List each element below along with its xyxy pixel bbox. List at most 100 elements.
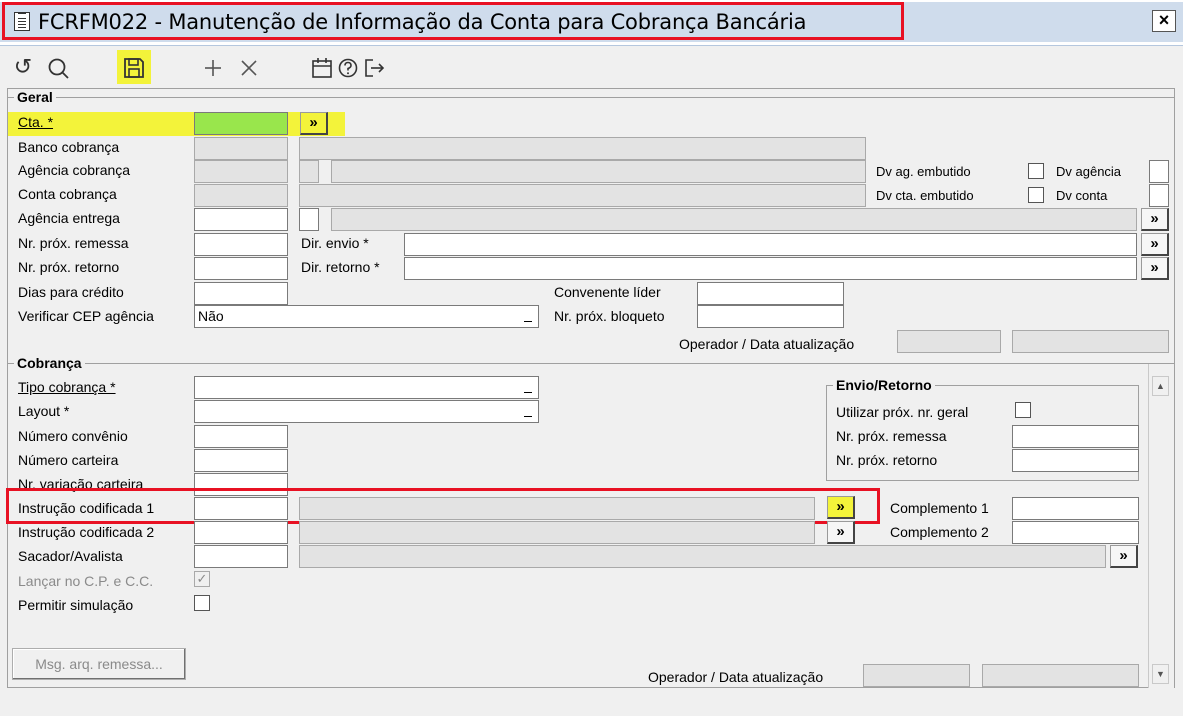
cobranca-operador-label: Operador / Data atualização — [648, 669, 824, 685]
agencia-entrega-code[interactable] — [194, 208, 288, 231]
dir-retorno-browse-button[interactable]: » — [1141, 257, 1169, 280]
dv-conta-label: Dv conta — [1056, 188, 1108, 203]
verificar-cep-label: Verificar CEP agência — [18, 308, 154, 324]
nr-prox-remessa-label: Nr. próx. remessa — [18, 235, 129, 251]
add-icon[interactable] — [200, 55, 226, 81]
dv-conta-input[interactable] — [1149, 184, 1169, 207]
utilizar-prox-nr-geral-checkbox[interactable] — [1015, 402, 1031, 418]
exit-icon[interactable] — [361, 55, 387, 81]
instrucao-codificada-2-code[interactable] — [194, 521, 288, 544]
chevron-down-icon[interactable] — [520, 403, 536, 420]
dir-envio-browse-button[interactable]: » — [1141, 233, 1169, 256]
agencia-cobranca-dv — [299, 160, 319, 183]
envio-nr-prox-retorno-label: Nr. próx. retorno — [836, 452, 938, 468]
cta-highlight-strip — [8, 112, 345, 136]
agencia-entrega-label: Agência entrega — [18, 210, 120, 226]
utilizar-prox-nr-geral-label: Utilizar próx. nr. geral — [836, 404, 969, 420]
geral-operador-field — [897, 330, 1001, 353]
verificar-cep-select[interactable]: Não — [194, 305, 539, 328]
complemento-2-label: Complemento 2 — [890, 524, 989, 540]
lancar-cp-cc-label: Lançar no C.P. e C.C. — [18, 573, 154, 589]
layout-label: Layout * — [18, 403, 70, 419]
title-annotation-box — [2, 2, 904, 40]
dias-credito-input[interactable] — [194, 282, 288, 305]
numero-carteira-input[interactable] — [194, 449, 288, 472]
dir-envio-label: Dir. envio * — [301, 235, 369, 251]
conta-cobranca-code — [194, 184, 288, 207]
cta-label: Cta. * — [18, 114, 53, 130]
dv-agencia-label: Dv agência — [1056, 164, 1122, 179]
agencia-cobranca-name — [331, 160, 866, 183]
banco-cobranca-name — [299, 137, 866, 160]
sacador-avalista-label: Sacador/Avalista — [18, 548, 123, 564]
cobranca-legend: Cobrança — [14, 355, 85, 371]
chevron-down-icon[interactable] — [520, 308, 536, 325]
nr-prox-bloqueto-label: Nr. próx. bloqueto — [554, 308, 665, 324]
banco-cobranca-code — [194, 137, 288, 160]
agencia-entrega-dv[interactable] — [299, 208, 319, 231]
calendar-icon[interactable] — [309, 55, 335, 81]
scroll-up-button[interactable]: ▲ — [1152, 376, 1169, 396]
instrucao-codificada-2-desc — [299, 521, 815, 544]
convenente-lider-input[interactable] — [697, 282, 844, 305]
cobranca-group-line — [8, 363, 1174, 364]
geral-group-line — [8, 97, 1174, 98]
complemento-1-label: Complemento 1 — [890, 500, 989, 516]
nr-prox-remessa-input[interactable] — [194, 233, 288, 256]
help-icon[interactable] — [335, 55, 361, 81]
cobranca-scrollbar[interactable] — [1148, 364, 1174, 688]
dias-credito-label: Dias para crédito — [18, 284, 124, 300]
msg-arq-remessa-button[interactable]: Msg. arq. remessa... — [12, 648, 186, 680]
sacador-avalista-name — [299, 545, 1106, 568]
sacador-avalista-lookup-button[interactable]: » — [1110, 545, 1138, 568]
agencia-entrega-lookup-button[interactable]: » — [1141, 208, 1169, 231]
envio-nr-prox-remessa-label: Nr. próx. remessa — [836, 428, 947, 444]
numero-convenio-label: Número convênio — [18, 428, 128, 444]
chevron-down-icon[interactable] — [520, 379, 536, 396]
instrucao-codificada-2-label: Instrução codificada 2 — [18, 524, 155, 540]
cta-lookup-button[interactable]: » — [300, 112, 328, 135]
envio-nr-prox-retorno-input[interactable] — [1012, 449, 1139, 472]
refresh-icon[interactable]: ↺ — [10, 55, 36, 81]
envio-nr-prox-remessa-input[interactable] — [1012, 425, 1139, 448]
lancar-cp-cc-checkbox[interactable]: ✓ — [194, 571, 210, 587]
instrucao-annotation-box — [6, 488, 880, 524]
complemento-1-input[interactable] — [1012, 497, 1139, 520]
dv-cta-embutido-label: Dv cta. embutido — [876, 188, 974, 203]
agencia-cobranca-label: Agência cobrança — [18, 162, 131, 178]
sacador-avalista-code[interactable] — [194, 545, 288, 568]
permitir-simulacao-checkbox[interactable] — [194, 595, 210, 611]
search-icon[interactable] — [46, 56, 72, 82]
dv-ag-embutido-checkbox[interactable] — [1028, 163, 1044, 179]
conta-cobranca-name — [299, 184, 866, 207]
nr-prox-retorno-input[interactable] — [194, 257, 288, 280]
nr-prox-retorno-label: Nr. próx. retorno — [18, 259, 120, 275]
instrucao-codificada-2-lookup-button[interactable]: » — [827, 521, 855, 544]
dir-retorno-input[interactable] — [404, 257, 1137, 280]
layout-select[interactable] — [194, 400, 539, 423]
geral-legend: Geral — [14, 89, 56, 105]
delete-icon[interactable] — [236, 55, 262, 81]
verificar-cep-value: Não — [198, 308, 224, 324]
cobranca-operador-field — [863, 664, 970, 687]
dv-cta-embutido-checkbox[interactable] — [1028, 187, 1044, 203]
close-button[interactable]: × — [1152, 10, 1176, 32]
scroll-down-button[interactable]: ▼ — [1152, 664, 1169, 684]
cta-input[interactable] — [194, 112, 288, 135]
agencia-entrega-name — [331, 208, 1137, 231]
cta-label-text: Cta. * — [18, 114, 54, 130]
dv-agencia-input[interactable] — [1149, 160, 1169, 183]
nr-prox-bloqueto-input[interactable] — [697, 305, 844, 328]
dir-envio-input[interactable] — [404, 233, 1137, 256]
envio-retorno-legend: Envio/Retorno — [833, 377, 935, 393]
permitir-simulacao-label: Permitir simulação — [18, 597, 134, 613]
dv-ag-embutido-label: Dv ag. embutido — [876, 164, 971, 179]
complemento-2-input[interactable] — [1012, 521, 1139, 544]
save-icon[interactable] — [121, 55, 147, 81]
dir-retorno-label: Dir. retorno * — [301, 259, 380, 275]
banco-cobranca-label: Banco cobrança — [18, 139, 120, 155]
geral-operador-label: Operador / Data atualização — [679, 336, 855, 352]
numero-carteira-label: Número carteira — [18, 452, 119, 468]
tipo-cobranca-select[interactable] — [194, 376, 539, 399]
numero-convenio-input[interactable] — [194, 425, 288, 448]
